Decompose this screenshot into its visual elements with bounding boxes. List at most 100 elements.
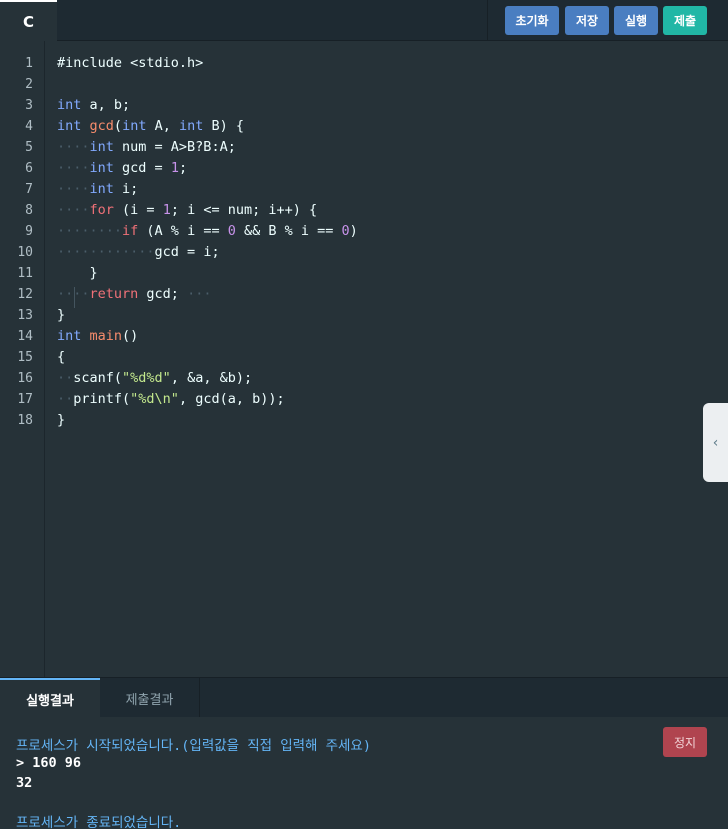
code-token: gcd = i; bbox=[154, 244, 220, 260]
reset-button[interactable]: 초기화 bbox=[505, 6, 559, 35]
submit-button[interactable]: 제출 bbox=[663, 6, 707, 35]
line-number: 9 bbox=[25, 224, 33, 239]
code-line: ············gcd = i; bbox=[57, 242, 358, 263]
line-number: 18 bbox=[17, 413, 33, 428]
result-tabs: 실행결과 제출결과 bbox=[0, 677, 728, 718]
code-token: 1 bbox=[170, 160, 179, 176]
code-token: () bbox=[122, 328, 139, 344]
code-line: ····return gcd; ··· bbox=[57, 284, 358, 305]
code-token: 0 bbox=[227, 223, 236, 239]
code-token: ( bbox=[113, 118, 123, 134]
code-line: ········if (A % i == 0 && B % i == 0) bbox=[57, 221, 358, 242]
code-token: for bbox=[89, 202, 114, 218]
code-line: ····for (i = 1; i <= num; i++) { bbox=[57, 200, 358, 221]
line-number: 8 bbox=[25, 203, 33, 218]
code-token: num = A>B?B:A; bbox=[113, 139, 236, 155]
line-number: 4 bbox=[25, 119, 33, 134]
code-token: int bbox=[89, 181, 114, 197]
code-token: scanf( bbox=[73, 370, 123, 386]
code-token: int bbox=[89, 160, 114, 176]
code-token: B) { bbox=[203, 118, 244, 134]
code-line: int a, b; bbox=[57, 95, 358, 116]
code-editor[interactable]: 1 2 3 4 5 6 7 8 9 10 11 12 13 14 15 16 17 18 #include <st… bbox=[0, 41, 728, 677]
code-token: , gcd(a, b)); bbox=[178, 391, 285, 407]
console-line: 프로세스가 시작되었습니다.(입력값을 직접 입력해 주세요) bbox=[16, 738, 371, 754]
save-button[interactable]: 저장 bbox=[565, 6, 609, 35]
line-number: 2 bbox=[25, 77, 33, 92]
line-number: 5 bbox=[25, 140, 33, 155]
code-token: int bbox=[178, 118, 204, 134]
line-number: 13 bbox=[17, 308, 33, 323]
code-token: ···· bbox=[57, 181, 90, 197]
line-number: 10 bbox=[17, 245, 33, 260]
language-tab-c[interactable]: C bbox=[0, 0, 57, 41]
code-token: gcd bbox=[89, 118, 114, 134]
line-number: 12 bbox=[17, 287, 33, 302]
code-token: ···· bbox=[57, 286, 90, 302]
code-token: ···· bbox=[57, 160, 90, 176]
line-number: 17 bbox=[17, 392, 33, 407]
line-number: 1 bbox=[25, 56, 33, 71]
chevron-left-icon: ‹ bbox=[712, 434, 719, 451]
stop-button[interactable]: 정지 bbox=[663, 727, 707, 757]
code-line: ····int num = A>B?B:A; bbox=[57, 137, 358, 158]
tab-run-result[interactable]: 실행결과 bbox=[0, 678, 100, 718]
code-token: gcd; bbox=[138, 286, 188, 302]
code-token: "%d\n" bbox=[130, 391, 179, 407]
line-number: 6 bbox=[25, 161, 33, 176]
code-token: i; bbox=[113, 181, 139, 197]
console-line: 프로세스가 종료되었습니다. bbox=[16, 815, 182, 829]
code-line: ··printf("%d\n", gcd(a, b)); bbox=[57, 389, 358, 410]
code-token: ·· bbox=[57, 391, 74, 407]
line-number: 14 bbox=[17, 329, 33, 344]
code-token: return bbox=[89, 286, 139, 302]
code-token: #include <stdio.h> bbox=[57, 55, 204, 71]
line-number: 7 bbox=[25, 182, 33, 197]
line-number: 15 bbox=[17, 350, 33, 365]
code-line: int main() bbox=[57, 326, 358, 347]
code-line: ​ bbox=[57, 74, 358, 95]
side-panel-toggle[interactable]: ‹ bbox=[703, 403, 728, 482]
console-line: > 160 96 bbox=[16, 755, 82, 771]
code-line: int gcd(int A, int B) { bbox=[57, 116, 358, 137]
code-token: int bbox=[122, 118, 147, 134]
code-token: ········ bbox=[57, 223, 123, 239]
console-line: 32 bbox=[16, 775, 33, 791]
code-token: ; bbox=[178, 160, 188, 176]
code-token: ···· bbox=[57, 202, 90, 218]
code-token: int bbox=[57, 328, 82, 344]
code-line: { bbox=[57, 347, 358, 368]
console-output: 프로세스가 시작되었습니다.(입력값을 직접 입력해 주세요) > 160 96… bbox=[0, 717, 728, 829]
code-token: , &a, &b); bbox=[170, 370, 253, 386]
toolbar-divider bbox=[487, 0, 488, 41]
code-token: (A % i == bbox=[138, 223, 228, 239]
code-token: int bbox=[89, 139, 114, 155]
code-token: } bbox=[57, 265, 98, 281]
code-token: } bbox=[57, 412, 66, 428]
code-token: ···· bbox=[57, 139, 90, 155]
code-line: ····int i; bbox=[57, 179, 358, 200]
code-line: ····int gcd = 1; bbox=[57, 158, 358, 179]
code-token: ··· bbox=[187, 286, 212, 302]
code-token: (i = bbox=[113, 202, 163, 218]
code-token: && B % i == bbox=[235, 223, 342, 239]
code-area[interactable]: #include <stdio.h>​int a, b;int gcd(int … bbox=[57, 53, 358, 431]
code-token: if bbox=[122, 223, 139, 239]
line-number: 16 bbox=[17, 371, 33, 386]
top-bar: C 초기화 저장 실행 제출 bbox=[0, 0, 728, 41]
code-token: int bbox=[57, 97, 82, 113]
code-token: printf( bbox=[73, 391, 131, 407]
code-line: ··scanf("%d%d", &a, &b); bbox=[57, 368, 358, 389]
code-token: a, b; bbox=[81, 97, 131, 113]
code-token: int bbox=[57, 118, 82, 134]
code-line: } bbox=[57, 263, 358, 284]
code-line: } bbox=[57, 410, 358, 431]
code-token: gcd = bbox=[113, 160, 171, 176]
tab-submit-result[interactable]: 제출결과 bbox=[100, 678, 200, 718]
code-token: 0 bbox=[341, 223, 350, 239]
code-token: A, bbox=[146, 118, 179, 134]
run-button[interactable]: 실행 bbox=[614, 6, 658, 35]
code-line: #include <stdio.h> bbox=[57, 53, 358, 74]
